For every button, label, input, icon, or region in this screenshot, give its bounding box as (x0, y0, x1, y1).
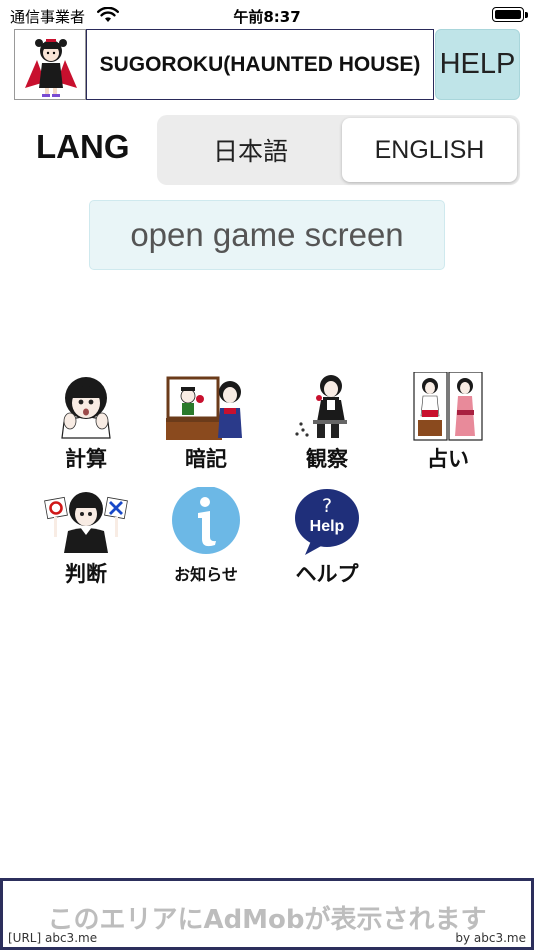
menu-item-help[interactable]: ? Help ヘルプ (272, 487, 382, 588)
ad-banner[interactable]: このエリアにAdMobが表示されます [URL] abc3.me by abc3… (0, 878, 534, 950)
menu-item-memorize[interactable]: 暗記 (151, 372, 261, 473)
fortune-telling-icon (413, 372, 483, 441)
language-label: LANG (36, 128, 130, 165)
observation-girl-icon (295, 375, 347, 438)
language-option-japanese[interactable]: 日本語 (160, 118, 341, 182)
mascot-avatar (14, 29, 86, 100)
battery-tip (525, 12, 528, 18)
menu-label-fortune: 占い (427, 447, 469, 471)
help-button[interactable]: HELP (435, 29, 520, 100)
ad-url-text: [URL] abc3.me (8, 931, 98, 945)
menu-item-news[interactable]: お知らせ (151, 487, 261, 585)
menu-label-judgement: 判断 (65, 562, 107, 586)
memorize-puppet-icon (166, 376, 242, 440)
language-segmented-control: 日本語 ENGLISH (157, 115, 520, 185)
info-icon (172, 487, 240, 554)
menu-label-calculation: 計算 (65, 447, 107, 471)
menu-label-news: お知らせ (174, 565, 238, 584)
status-time: 午前8:37 (233, 8, 301, 26)
menu-item-calculation[interactable]: 計算 (31, 372, 141, 473)
menu-item-observation[interactable]: 観察 (272, 372, 382, 473)
language-option-english[interactable]: ENGLISH (342, 118, 517, 182)
menu-label-help: ヘルプ (295, 562, 359, 586)
ad-credit-text: by abc3.me (455, 931, 526, 945)
menu-label-memorize: 暗記 (185, 447, 227, 471)
help-bubble-icon: ? Help (295, 489, 359, 555)
vampire-girl-icon (25, 39, 77, 97)
svg-text:?: ? (322, 495, 332, 517)
judgement-girl-icon (44, 492, 128, 553)
app-title: SUGOROKU(HAUNTED HOUSE) (86, 29, 434, 100)
svg-text:Help: Help (310, 518, 345, 535)
battery-icon (492, 7, 524, 22)
open-game-screen-button[interactable]: open game screen (89, 200, 445, 270)
menu-item-fortune[interactable]: 占い (393, 372, 503, 473)
calculation-girl-icon (61, 377, 111, 439)
menu-label-observation: 観察 (306, 447, 348, 471)
status-bar: 通信事業者 午前8:37 (0, 0, 534, 30)
menu-item-judgement[interactable]: 判断 (31, 487, 141, 588)
